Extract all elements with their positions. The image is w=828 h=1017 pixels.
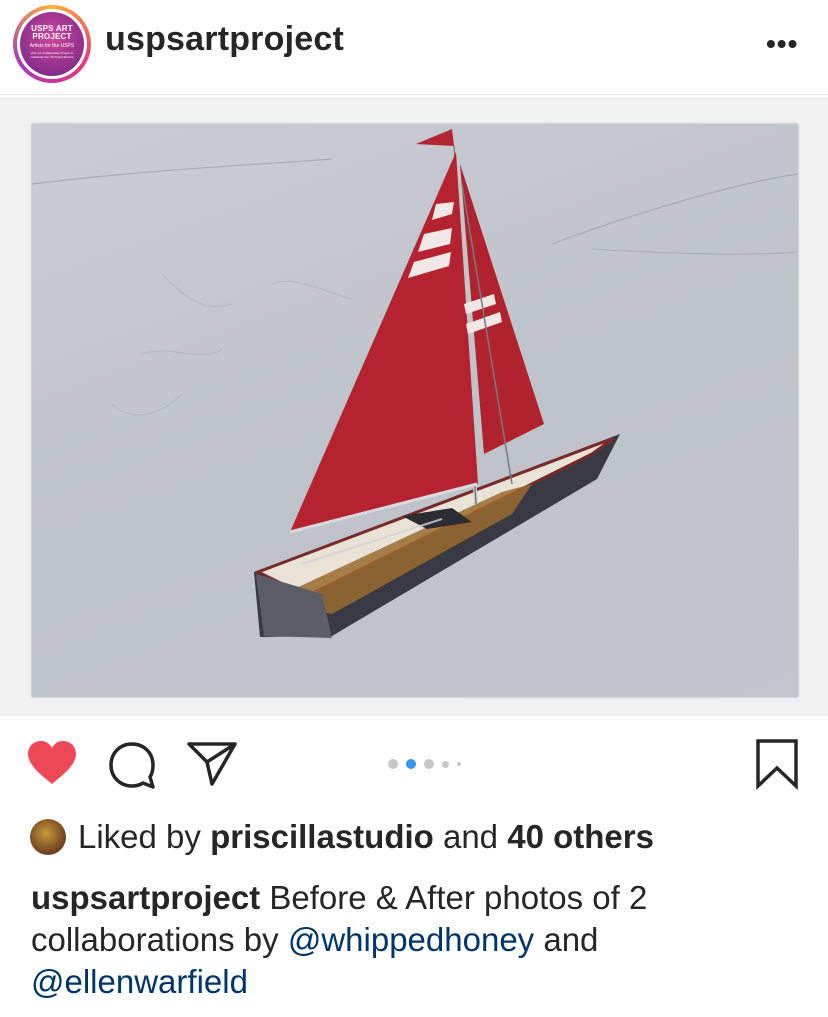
ellipsis-icon[interactable]: ••• [766,28,798,60]
liker-avatar[interactable] [30,819,66,855]
avatar-frame: USPS ART PROJECT Artists for the USPS Vi… [17,9,87,79]
carousel-dot [388,759,398,769]
heart-icon[interactable] [26,740,78,791]
sailboat-drawing [32,129,798,638]
mention-link[interactable]: @whippedhoney [288,921,534,958]
avatar-logo-subtitle: Artists for the USPS [29,43,75,49]
mention-link[interactable]: @ellenwarfield [31,963,248,1000]
comment-icon[interactable] [107,741,157,796]
carousel-indicator [388,759,461,769]
likes-text: Liked by priscillastudio and 40 others [78,818,654,856]
bookmark-icon[interactable] [754,738,800,795]
caption-author[interactable]: uspsartproject [31,879,260,916]
likes-middle: and [433,818,508,855]
artwork-paper [32,124,798,697]
paper-plane-icon[interactable] [186,740,238,793]
post-caption: uspsartproject Before & After photos of … [31,877,811,1003]
likes-prefix: Liked by [78,818,211,855]
likes-summary[interactable]: Liked by priscillastudio and 40 others [30,815,654,859]
post-image[interactable] [0,97,828,716]
post-header: USPS ART PROJECT Artists for the USPS Vi… [0,0,828,95]
carousel-dot [424,759,434,769]
carousel-dot [442,760,449,768]
avatar-logo-title: USPS ART PROJECT [31,24,73,41]
caption-text: and [534,921,599,958]
profile-avatar[interactable]: USPS ART PROJECT Artists for the USPS Vi… [13,5,91,83]
liker-username[interactable]: priscillastudio [210,818,434,855]
post-action-bar [0,716,828,812]
avatar-logo-tagline: Visit our Collaborative Project to Celeb… [30,51,74,59]
carousel-dot-active [406,759,416,769]
post-author-username[interactable]: uspsartproject [105,20,344,59]
carousel-dot [457,762,461,766]
avatar-logo: USPS ART PROJECT Artists for the USPS Vi… [20,12,84,76]
likes-others-count[interactable]: 40 others [507,818,654,855]
